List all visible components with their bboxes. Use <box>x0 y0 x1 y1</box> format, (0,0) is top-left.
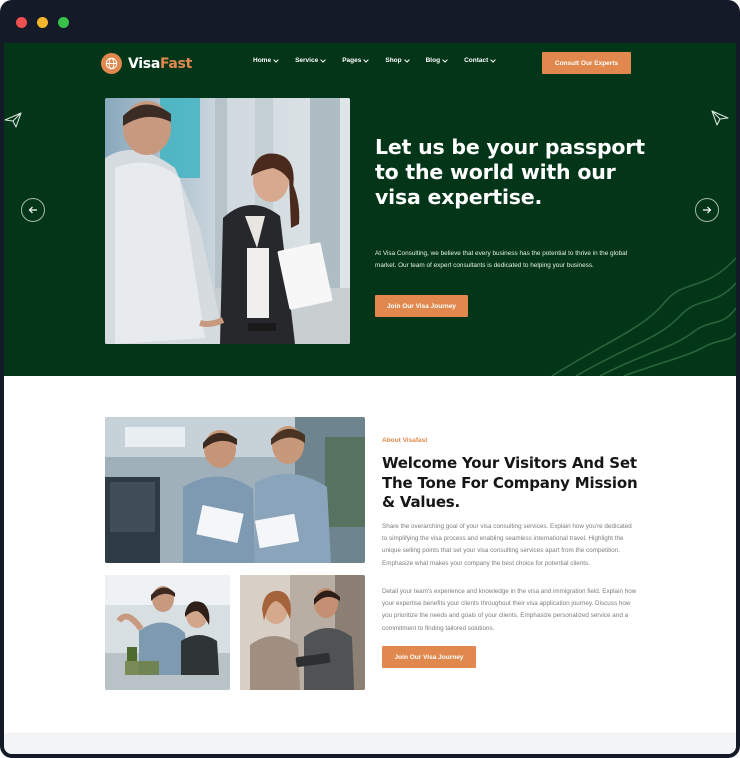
next-section-strip <box>4 733 736 754</box>
browser-window: VisaFast Home Service Pages Shop Blog Co… <box>0 0 740 758</box>
close-window-button[interactable] <box>16 17 27 28</box>
arrow-left-icon <box>28 206 37 214</box>
paper-plane-icon <box>4 112 22 128</box>
hero-title: Let us be your passport to the world wit… <box>375 135 645 209</box>
chevron-down-icon <box>442 58 448 63</box>
consult-experts-button[interactable]: Consult Our Experts <box>542 52 631 74</box>
about-title: Welcome Your Visitors And Set The Tone F… <box>382 454 638 511</box>
about-eyebrow: About Visafast <box>382 437 428 444</box>
main-nav: Home Service Pages Shop Blog Contact <box>253 57 512 64</box>
hero-section: VisaFast Home Service Pages Shop Blog Co… <box>4 43 736 376</box>
about-office-photo <box>105 575 230 690</box>
nav-item-contact[interactable]: Contact <box>464 57 497 64</box>
hero-handshake-photo <box>105 98 350 344</box>
logo-text-visa: Visa <box>128 55 160 72</box>
nav-item-blog[interactable]: Blog <box>426 57 448 64</box>
nav-item-home[interactable]: Home <box>253 57 279 64</box>
arrow-right-icon <box>703 206 712 214</box>
nav-item-shop[interactable]: Shop <box>385 57 410 64</box>
chevron-down-icon <box>403 58 410 63</box>
chevron-down-icon <box>490 58 497 63</box>
about-team-photo <box>105 417 365 563</box>
site-logo[interactable]: VisaFast <box>101 53 192 74</box>
about-join-button[interactable]: Join Our Visa Journey <box>382 646 476 668</box>
nav-item-label: Service <box>295 57 319 64</box>
chevron-down-icon <box>320 58 326 63</box>
slider-next-button[interactable] <box>695 198 719 222</box>
window-controls <box>16 17 69 28</box>
logo-text: VisaFast <box>128 56 192 72</box>
chevron-down-icon <box>273 58 279 63</box>
minimize-window-button[interactable] <box>37 17 48 28</box>
about-paragraph-2: Detail your team's experience and knowle… <box>382 588 637 632</box>
nav-item-pages[interactable]: Pages <box>342 57 370 64</box>
nav-item-label: Pages <box>342 57 362 64</box>
globe-icon <box>101 53 122 74</box>
about-paragraph-1: Share the overarching goal of your visa … <box>382 523 632 567</box>
hero-description: At Visa Consulting, we believe that ever… <box>375 250 628 269</box>
nav-item-label: Blog <box>425 57 441 64</box>
nav-item-label: Contact <box>464 57 489 64</box>
nav-item-service[interactable]: Service <box>295 57 326 64</box>
about-meeting-photo <box>240 575 365 690</box>
nav-item-label: Home <box>253 57 272 64</box>
join-visa-journey-button[interactable]: Join Our Visa Journey <box>375 295 468 317</box>
maximize-window-button[interactable] <box>58 17 69 28</box>
chevron-down-icon <box>363 58 370 63</box>
logo-text-fast: Fast <box>159 55 192 72</box>
web-page: VisaFast Home Service Pages Shop Blog Co… <box>4 43 736 754</box>
paper-plane-icon <box>711 110 729 126</box>
slider-prev-button[interactable] <box>21 198 45 222</box>
nav-item-label: Shop <box>385 57 402 64</box>
